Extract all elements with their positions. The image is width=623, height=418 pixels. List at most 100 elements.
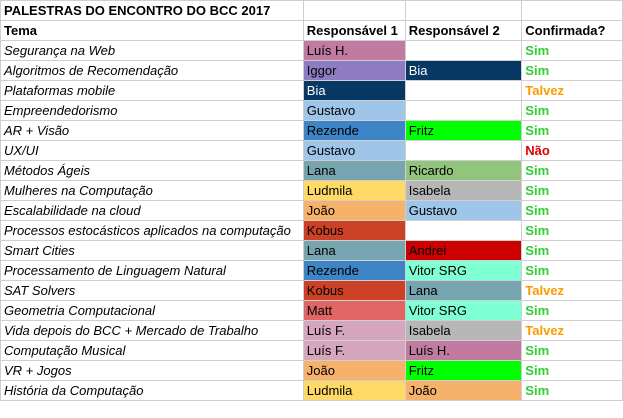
confirmed-cell[interactable]: Não <box>521 140 623 161</box>
header-topic[interactable]: Tema <box>0 20 304 41</box>
responsible-1-cell[interactable]: Rezende <box>302 260 406 281</box>
table-row: Processos estocásticos aplicados na comp… <box>0 220 623 241</box>
confirmed-cell[interactable]: Sim <box>521 340 623 361</box>
confirmed-cell[interactable]: Sim <box>521 200 623 221</box>
confirmed-cell[interactable]: Talvez <box>521 320 623 341</box>
responsible-1-cell[interactable]: Rezende <box>302 120 406 141</box>
responsible-1-cell[interactable]: Luís F. <box>302 340 406 361</box>
topic-cell[interactable]: Plataformas mobile <box>0 80 304 101</box>
table-row: Algoritmos de Recomendação Iggor Bia Sim <box>0 60 623 81</box>
responsible-2-cell[interactable] <box>404 100 523 121</box>
responsible-2-cell[interactable]: Ricardo <box>404 160 523 181</box>
responsible-2-cell[interactable]: Bia <box>404 60 523 81</box>
responsible-2-cell[interactable]: Luís H. <box>404 340 523 361</box>
confirmed-cell[interactable]: Sim <box>521 60 623 81</box>
empty-cell[interactable] <box>404 0 523 21</box>
confirmed-cell[interactable]: Sim <box>521 120 623 141</box>
confirmed-cell[interactable]: Sim <box>521 240 623 261</box>
responsible-2-cell[interactable] <box>404 220 523 241</box>
confirmed-cell[interactable]: Sim <box>521 380 623 401</box>
header-confirmed[interactable]: Confirmada? <box>521 20 623 41</box>
topic-cell[interactable]: Escalabilidade na cloud <box>0 200 304 221</box>
header-responsible-1[interactable]: Responsável 1 <box>302 20 406 41</box>
responsible-1-cell[interactable]: Bia <box>302 80 406 101</box>
empty-cell[interactable] <box>521 0 623 21</box>
responsible-1-cell[interactable]: Kobus <box>302 220 406 241</box>
title-row: PALESTRAS DO ENCONTRO DO BCC 2017 <box>0 0 623 21</box>
spreadsheet-grid: PALESTRAS DO ENCONTRO DO BCC 2017 Tema R… <box>0 0 623 401</box>
header-row: Tema Responsável 1 Responsável 2 Confirm… <box>0 20 623 41</box>
responsible-2-cell[interactable]: Fritz <box>404 120 523 141</box>
table-row: VR + Jogos João Fritz Sim <box>0 360 623 381</box>
confirmed-cell[interactable]: Sim <box>521 40 623 61</box>
topic-cell[interactable]: Computação Musical <box>0 340 304 361</box>
responsible-1-cell[interactable]: Matt <box>302 300 406 321</box>
responsible-1-cell[interactable]: João <box>302 360 406 381</box>
confirmed-cell[interactable]: Sim <box>521 180 623 201</box>
table-row: Computação Musical Luís F. Luís H. Sim <box>0 340 623 361</box>
confirmed-cell[interactable]: Sim <box>521 160 623 181</box>
topic-cell[interactable]: SAT Solvers <box>0 280 304 301</box>
table-row: Plataformas mobile Bia Talvez <box>0 80 623 101</box>
topic-cell[interactable]: VR + Jogos <box>0 360 304 381</box>
confirmed-cell[interactable]: Sim <box>521 260 623 281</box>
responsible-1-cell[interactable]: João <box>302 200 406 221</box>
responsible-2-cell[interactable] <box>404 40 523 61</box>
responsible-1-cell[interactable]: Gustavo <box>302 100 406 121</box>
confirmed-cell[interactable]: Talvez <box>521 280 623 301</box>
responsible-2-cell[interactable] <box>404 140 523 161</box>
table-row: Empreendedorismo Gustavo Sim <box>0 100 623 121</box>
topic-cell[interactable]: Geometria Computacional <box>0 300 304 321</box>
responsible-2-cell[interactable]: Lana <box>404 280 523 301</box>
table-row: AR + Visão Rezende Fritz Sim <box>0 120 623 141</box>
table-row: SAT Solvers Kobus Lana Talvez <box>0 280 623 301</box>
responsible-2-cell[interactable]: Vitor SRG <box>404 300 523 321</box>
topic-cell[interactable]: Smart Cities <box>0 240 304 261</box>
table-row: Vida depois do BCC + Mercado de Trabalho… <box>0 320 623 341</box>
topic-cell[interactable]: História da Computação <box>0 380 304 401</box>
topic-cell[interactable]: UX/UI <box>0 140 304 161</box>
responsible-2-cell[interactable]: Isabela <box>404 320 523 341</box>
topic-cell[interactable]: Métodos Ágeis <box>0 160 304 181</box>
responsible-2-cell[interactable]: Isabela <box>404 180 523 201</box>
empty-cell[interactable] <box>302 0 406 21</box>
table-row: Geometria Computacional Matt Vitor SRG Sim <box>0 300 623 321</box>
table-row: Métodos Ágeis Lana Ricardo Sim <box>0 160 623 181</box>
table-row: Segurança na Web Luís H. Sim <box>0 40 623 61</box>
responsible-1-cell[interactable]: Luís H. <box>302 40 406 61</box>
responsible-2-cell[interactable]: Gustavo <box>404 200 523 221</box>
topic-cell[interactable]: Processos estocásticos aplicados na comp… <box>0 220 304 241</box>
responsible-1-cell[interactable]: Ludmila <box>302 180 406 201</box>
responsible-2-cell[interactable] <box>404 80 523 101</box>
confirmed-cell[interactable]: Sim <box>521 100 623 121</box>
topic-cell[interactable]: Vida depois do BCC + Mercado de Trabalho <box>0 320 304 341</box>
responsible-1-cell[interactable]: Kobus <box>302 280 406 301</box>
sheet-title[interactable]: PALESTRAS DO ENCONTRO DO BCC 2017 <box>0 0 304 21</box>
responsible-1-cell[interactable]: Lana <box>302 240 406 261</box>
responsible-1-cell[interactable]: Lana <box>302 160 406 181</box>
responsible-2-cell[interactable]: Andrei <box>404 240 523 261</box>
responsible-2-cell[interactable]: João <box>404 380 523 401</box>
confirmed-cell[interactable]: Talvez <box>521 80 623 101</box>
responsible-1-cell[interactable]: Iggor <box>302 60 406 81</box>
topic-cell[interactable]: AR + Visão <box>0 120 304 141</box>
table-row: UX/UI Gustavo Não <box>0 140 623 161</box>
responsible-1-cell[interactable]: Gustavo <box>302 140 406 161</box>
topic-cell[interactable]: Mulheres na Computação <box>0 180 304 201</box>
responsible-2-cell[interactable]: Fritz <box>404 360 523 381</box>
confirmed-cell[interactable]: Sim <box>521 360 623 381</box>
header-responsible-2[interactable]: Responsável 2 <box>404 20 523 41</box>
topic-cell[interactable]: Algoritmos de Recomendação <box>0 60 304 81</box>
table-row: Smart Cities Lana Andrei Sim <box>0 240 623 261</box>
responsible-1-cell[interactable]: Luís F. <box>302 320 406 341</box>
confirmed-cell[interactable]: Sim <box>521 300 623 321</box>
table-row: Escalabilidade na cloud João Gustavo Sim <box>0 200 623 221</box>
table-row: Processamento de Linguagem Natural Rezend… <box>0 260 623 281</box>
responsible-2-cell[interactable]: Vitor SRG <box>404 260 523 281</box>
topic-cell[interactable]: Processamento de Linguagem Natural <box>0 260 304 281</box>
responsible-1-cell[interactable]: Ludmila <box>302 380 406 401</box>
topic-cell[interactable]: Segurança na Web <box>0 40 304 61</box>
confirmed-cell[interactable]: Sim <box>521 220 623 241</box>
table-row: História da Computação Ludmila João Sim <box>0 380 623 401</box>
topic-cell[interactable]: Empreendedorismo <box>0 100 304 121</box>
